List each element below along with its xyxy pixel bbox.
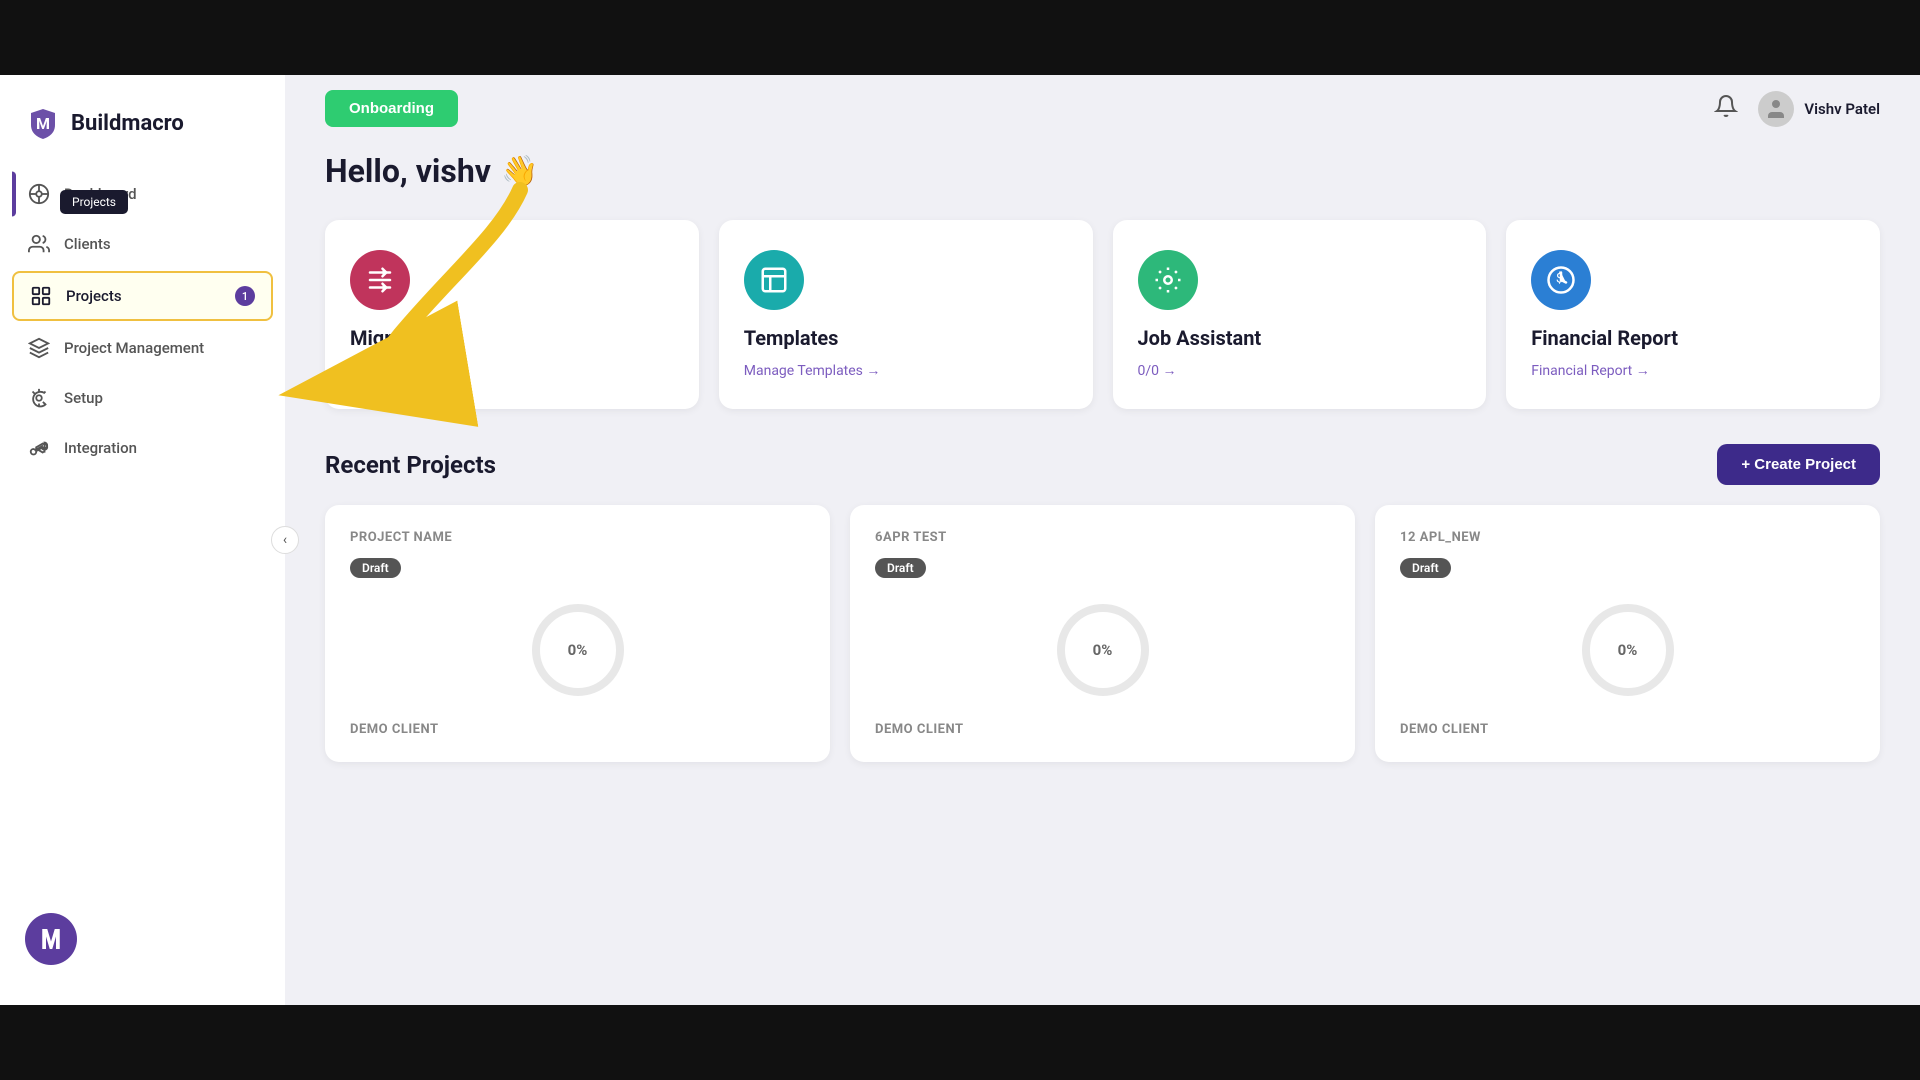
create-project-button[interactable]: + Create Project xyxy=(1717,444,1880,485)
sidebar-item-setup[interactable]: Setup xyxy=(12,375,273,421)
financial-icon: $ xyxy=(1531,250,1591,310)
job-assistant-link[interactable]: 0/0 → xyxy=(1138,362,1462,379)
nav-items: Dashboard Clients xyxy=(0,171,285,893)
projects-badge: 1 xyxy=(235,286,255,306)
templates-svg xyxy=(759,265,789,295)
greeting-text: Hello, vishv xyxy=(325,152,491,190)
client-name-0: DEMO CLIENT xyxy=(350,722,805,737)
templates-link[interactable]: Manage Templates → xyxy=(744,362,1068,379)
m-icon xyxy=(36,924,66,954)
sidebar: M Buildmacro Dashboard xyxy=(0,75,285,1005)
content-area: Onboarding Vishv Patel xyxy=(285,75,1920,1005)
sidebar-item-label-projects: Projects xyxy=(66,287,122,305)
user-info[interactable]: Vishv Patel xyxy=(1758,91,1880,127)
feature-cards: Migration Migration → Templates Manage T… xyxy=(325,220,1880,409)
project-card-0[interactable]: PROJECT NAME Draft 0% DEMO CLI xyxy=(325,505,830,762)
migration-card[interactable]: Migration Migration → xyxy=(325,220,699,409)
user-name: Vishv Patel xyxy=(1804,100,1880,118)
sidebar-item-integration[interactable]: Integration xyxy=(12,425,273,471)
bell-icon xyxy=(1714,94,1738,118)
main-content: Hello, vishv 👋 Migration Migration → xyxy=(285,142,1920,1005)
job-assistant-title: Job Assistant xyxy=(1138,326,1462,350)
templates-card[interactable]: Templates Manage Templates → xyxy=(719,220,1093,409)
projects-icon xyxy=(30,285,52,307)
svg-text:M: M xyxy=(36,114,50,133)
financial-svg: $ xyxy=(1546,265,1576,295)
templates-icon xyxy=(744,250,804,310)
project-card-1[interactable]: 6APR TEST Draft 0% DEMO CLIENT xyxy=(850,505,1355,762)
svg-text:$: $ xyxy=(1556,272,1563,287)
sidebar-item-dashboard[interactable]: Dashboard xyxy=(12,171,273,217)
app-name: Buildmacro xyxy=(71,111,184,136)
migration-svg xyxy=(365,265,395,295)
job-assistant-svg xyxy=(1153,265,1183,295)
progress-percent-2: 0% xyxy=(1618,641,1638,659)
sidebar-bottom xyxy=(0,893,285,985)
progress-circle-container-0: 0% xyxy=(350,600,805,700)
sidebar-item-label-project-management: Project Management xyxy=(64,339,204,357)
sidebar-avatar-button[interactable] xyxy=(25,913,77,965)
integration-icon xyxy=(28,437,50,459)
user-avatar-icon xyxy=(1764,97,1788,121)
progress-percent-1: 0% xyxy=(1093,641,1113,659)
status-badge-0: Draft xyxy=(350,558,401,578)
progress-circle-0: 0% xyxy=(528,600,628,700)
sidebar-item-project-management[interactable]: Project Management xyxy=(12,325,273,371)
progress-circle-1: 0% xyxy=(1053,600,1153,700)
financial-link[interactable]: Financial Report → xyxy=(1531,362,1855,379)
avatar xyxy=(1758,91,1794,127)
bottom-bar xyxy=(0,1005,1920,1080)
progress-percent-0: 0% xyxy=(568,641,588,659)
recent-projects-title: Recent Projects xyxy=(325,451,496,479)
status-badge-2: Draft xyxy=(1400,558,1451,578)
project-name-2: 12 APL_NEW xyxy=(1400,530,1855,545)
clients-icon xyxy=(28,233,50,255)
project-mgmt-icon xyxy=(28,337,50,359)
client-name-1: DEMO CLIENT xyxy=(875,722,1330,737)
wave-emoji: 👋 xyxy=(501,154,538,189)
project-card-2[interactable]: 12 APL_NEW Draft 0% DEMO CLIEN xyxy=(1375,505,1880,762)
sidebar-item-clients[interactable]: Clients xyxy=(12,221,273,267)
migration-icon xyxy=(350,250,410,310)
financial-report-card[interactable]: $ Financial Report Financial Report → xyxy=(1506,220,1880,409)
setup-icon xyxy=(28,387,50,409)
project-name-0: PROJECT NAME xyxy=(350,530,805,545)
sidebar-item-label-setup: Setup xyxy=(64,389,103,407)
notification-button[interactable] xyxy=(1714,94,1738,124)
logo-icon: M xyxy=(25,105,61,141)
projects-tooltip: Projects xyxy=(60,190,128,214)
financial-title: Financial Report xyxy=(1531,326,1855,350)
onboarding-button[interactable]: Onboarding xyxy=(325,90,458,127)
top-bar xyxy=(0,0,1920,75)
migration-link[interactable]: Migration → xyxy=(350,362,674,379)
sidebar-collapse-button[interactable]: ‹ xyxy=(271,526,299,554)
logo-area[interactable]: M Buildmacro xyxy=(0,95,285,171)
section-header: Recent Projects + Create Project xyxy=(325,444,1880,485)
status-badge-1: Draft xyxy=(875,558,926,578)
projects-grid: PROJECT NAME Draft 0% DEMO CLI xyxy=(325,505,1880,762)
sidebar-item-label-integration: Integration xyxy=(64,439,137,457)
header: Onboarding Vishv Patel xyxy=(285,75,1920,142)
templates-title: Templates xyxy=(744,326,1068,350)
progress-circle-container-2: 0% xyxy=(1400,600,1855,700)
project-name-1: 6APR TEST xyxy=(875,530,1330,545)
migration-title: Migration xyxy=(350,326,674,350)
dashboard-icon xyxy=(28,183,50,205)
sidebar-item-label-clients: Clients xyxy=(64,235,111,253)
header-right: Vishv Patel xyxy=(1714,91,1880,127)
progress-circle-container-1: 0% xyxy=(875,600,1330,700)
greeting-area: Hello, vishv 👋 xyxy=(325,152,1880,190)
client-name-2: DEMO CLIENT xyxy=(1400,722,1855,737)
progress-circle-2: 0% xyxy=(1578,600,1678,700)
sidebar-item-projects[interactable]: Projects 1 xyxy=(12,271,273,321)
job-assistant-card[interactable]: Job Assistant 0/0 → xyxy=(1113,220,1487,409)
job-assistant-icon xyxy=(1138,250,1198,310)
